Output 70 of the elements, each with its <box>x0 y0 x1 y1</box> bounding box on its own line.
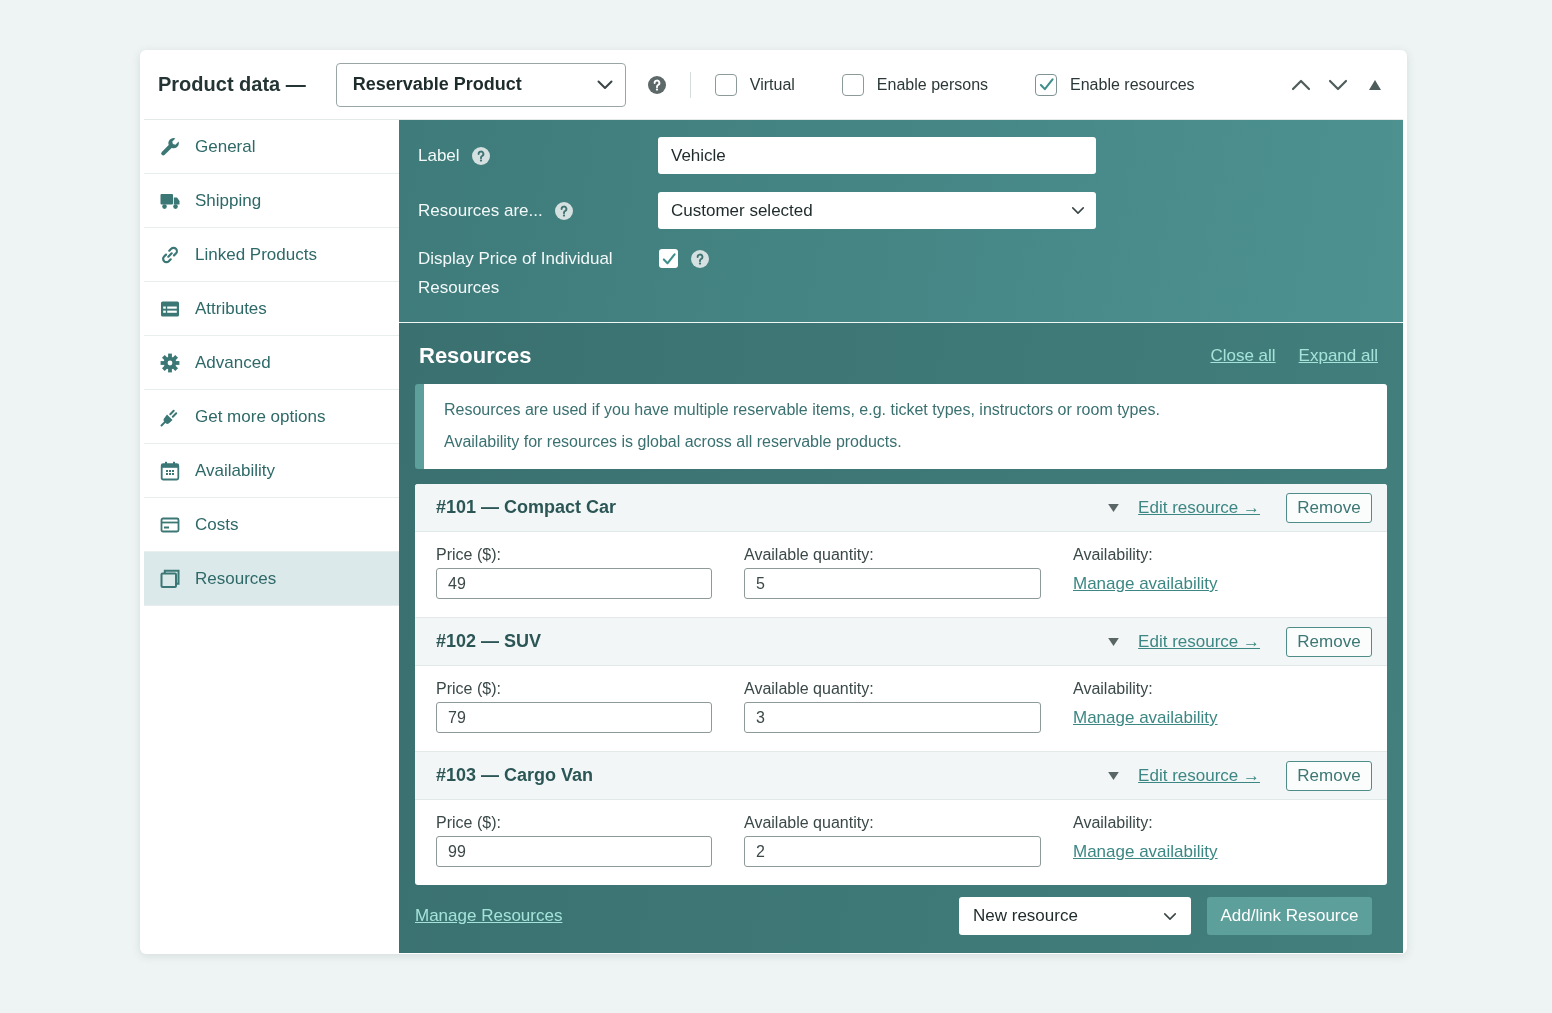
help-icon[interactable] <box>691 250 709 268</box>
label-input[interactable]: Vehicle <box>658 137 1096 174</box>
quantity-field[interactable]: 2 <box>744 836 1041 867</box>
edit-resource-link[interactable]: Edit resource → <box>1138 765 1260 786</box>
quantity-label: Available quantity: <box>744 679 874 699</box>
checkbox[interactable] <box>1035 73 1058 96</box>
price-field[interactable]: 99 <box>436 836 712 867</box>
help-icon[interactable] <box>647 75 666 94</box>
checkbox-label: Enable resources <box>1070 75 1195 94</box>
panel-title: Product data — <box>158 73 306 96</box>
caret-down-icon[interactable] <box>1108 771 1120 780</box>
gear-icon <box>160 352 180 373</box>
section-link[interactable]: Close all <box>1210 346 1276 366</box>
manage-resources-link[interactable]: Manage Resources <box>415 906 563 926</box>
availability-label: Availability: <box>1073 679 1153 699</box>
checkbox[interactable] <box>659 249 678 268</box>
quantity-field[interactable]: 3 <box>744 702 1041 733</box>
field-label: Display Price of Individual Resources <box>418 248 614 299</box>
availability-label: Availability: <box>1073 813 1153 833</box>
calendar-icon <box>160 460 180 481</box>
price-field[interactable]: 79 <box>436 702 712 733</box>
manage-availability-link[interactable]: Manage availability <box>1073 568 1218 599</box>
remove-button[interactable]: Remove <box>1286 760 1372 791</box>
quantity-label: Available quantity: <box>744 813 874 833</box>
price-field[interactable]: 49 <box>436 568 712 599</box>
remove-button[interactable]: Remove <box>1286 626 1372 657</box>
chevron-down-icon <box>1071 206 1085 215</box>
availability-label: Availability: <box>1073 545 1153 565</box>
price-label: Price ($): <box>436 679 501 699</box>
help-icon[interactable] <box>554 201 573 220</box>
checkbox[interactable] <box>714 73 737 96</box>
price-label: Price ($): <box>436 545 501 565</box>
checkmark-icon <box>1038 78 1054 91</box>
checkbox-label: Virtual <box>749 75 795 94</box>
resource-title: #102 — SUV <box>436 631 543 652</box>
resources-are-select[interactable]: Customer selected <box>658 192 1096 229</box>
section-title: Resources <box>419 343 532 369</box>
checkmark-icon <box>661 252 676 265</box>
checkbox[interactable] <box>841 73 864 96</box>
edit-resource-link[interactable]: Edit resource → <box>1138 631 1260 652</box>
windows-icon <box>160 568 180 589</box>
manage-availability-link[interactable]: Manage availability <box>1073 702 1218 733</box>
chevron-down-icon <box>596 79 613 90</box>
quantity-label: Available quantity: <box>744 545 874 565</box>
field-label: Label <box>418 145 460 166</box>
resource-title: #103 — Cargo Van <box>436 765 595 786</box>
wrench-icon <box>160 136 180 157</box>
notice-text: Availability for resources is global across all reservable products. <box>444 432 903 452</box>
section-link[interactable]: Expand all <box>1298 346 1378 366</box>
remove-button[interactable]: Remove <box>1286 492 1372 523</box>
sidebar-item[interactable]: Resources <box>144 552 399 606</box>
field-label: Resources are... <box>418 200 543 221</box>
caret-down-icon[interactable] <box>1108 503 1120 512</box>
notice-text: Resources are used if you have multiple reservable items, e.g. ticket types, instructors or room types. <box>444 400 1161 420</box>
checkbox-label: Enable persons <box>876 75 989 94</box>
edit-resource-link[interactable]: Edit resource → <box>1138 497 1260 518</box>
help-icon[interactable] <box>471 146 490 165</box>
chevron-down-icon <box>1163 911 1177 921</box>
new-resource-select[interactable]: New resource <box>959 897 1191 935</box>
sidebar-item[interactable]: Attributes <box>144 282 399 336</box>
link-icon <box>160 244 180 265</box>
price-label: Price ($): <box>436 813 501 833</box>
product-type-select[interactable]: Reservable Product <box>335 62 626 107</box>
triangle-up-icon[interactable] <box>1369 79 1381 90</box>
chevron-down-icon[interactable] <box>1328 78 1348 91</box>
chevron-up-icon[interactable] <box>1291 78 1311 91</box>
manage-availability-link[interactable]: Manage availability <box>1073 836 1218 867</box>
resource-title: #101 — Compact Car <box>436 497 618 518</box>
quantity-field[interactable]: 5 <box>744 568 1041 599</box>
caret-down-icon[interactable] <box>1108 637 1120 646</box>
